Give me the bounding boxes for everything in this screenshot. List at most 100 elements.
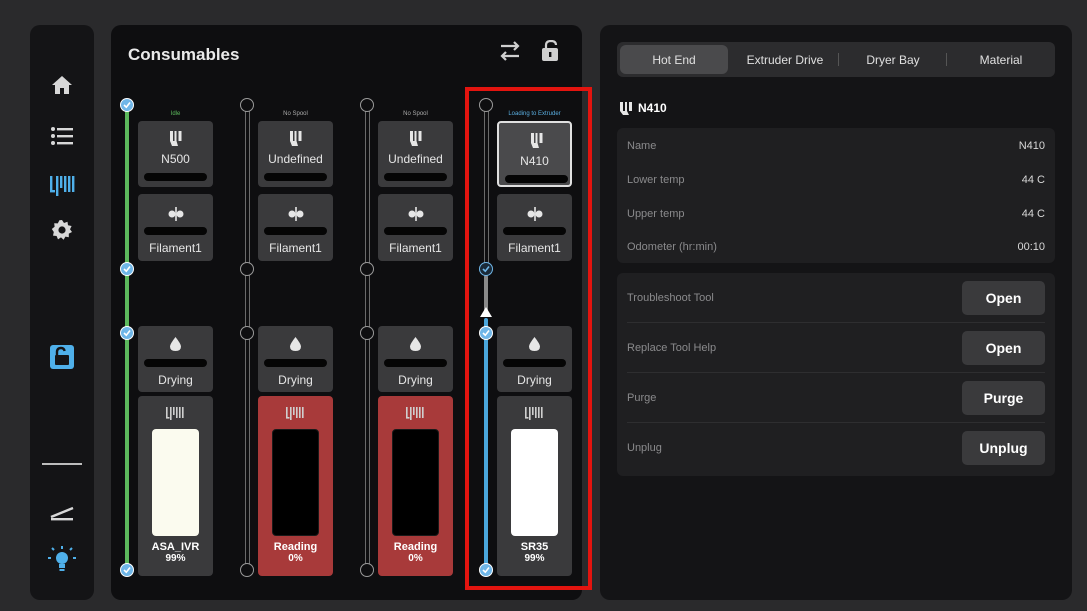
tool-card[interactable]: Undefined (378, 121, 453, 187)
list-icon[interactable] (42, 116, 82, 156)
path-node (240, 98, 254, 112)
spool-label: ASA_IVR 99% (138, 541, 213, 565)
extruder-drive-icon (168, 207, 184, 226)
action-label: Troubleshoot Tool (627, 291, 714, 304)
spool-color-swatch (152, 429, 199, 536)
material-spool-card[interactable]: Reading 0% (258, 396, 333, 576)
tool-card[interactable]: N500 (138, 121, 213, 187)
tool-name: Undefined (388, 152, 443, 166)
tab-hot-end[interactable]: Hot End (620, 45, 728, 74)
drive-status-bar (264, 227, 327, 235)
extruder-drive-card[interactable]: Filament1 (138, 194, 213, 261)
settings-icon[interactable] (42, 210, 82, 250)
action-row-replace-help: Replace Tool Help Open (627, 323, 1045, 373)
tab-label: Hot End (652, 52, 696, 67)
path-node (240, 262, 254, 276)
info-key: Lower temp (627, 174, 685, 186)
spool-icon (286, 406, 304, 425)
sidebar-divider (42, 463, 82, 465)
spool-color-swatch (272, 429, 319, 536)
path-node (120, 262, 134, 276)
info-row-lower-temp: Lower temp 44 C (627, 170, 1045, 190)
path-node (360, 262, 374, 276)
dryer-card[interactable]: Drying (138, 326, 213, 392)
action-row-purge: Purge Purge (627, 373, 1045, 423)
info-row-name: Name N410 (627, 136, 1045, 156)
replace-help-open-button[interactable]: Open (962, 330, 1045, 365)
info-key: Upper temp (627, 208, 685, 220)
dryer-status-bar (384, 359, 447, 367)
drive-status-bar (384, 227, 447, 235)
spool-label: Reading 0% (378, 541, 453, 565)
info-value: 00:10 (1017, 241, 1045, 253)
dryer-card[interactable]: Drying (378, 326, 453, 392)
swap-icon[interactable] (499, 40, 521, 67)
material-level: 0% (288, 553, 303, 564)
extruder-drive-card[interactable]: Filament1 (378, 194, 453, 261)
path-node (120, 98, 134, 112)
tab-label: Material (979, 52, 1023, 67)
unplug-button[interactable]: Unplug (962, 431, 1045, 465)
material-level: 99% (165, 553, 186, 564)
purge-button[interactable]: Purge (962, 380, 1045, 415)
detail-tabs: Hot End Extruder Drive Dryer Bay Materia… (617, 42, 1055, 77)
consumables-icon[interactable] (42, 165, 82, 205)
extruder-drive-card[interactable]: Filament1 (258, 194, 333, 261)
lock-icon[interactable] (540, 39, 562, 67)
path-node (120, 326, 134, 340)
tool-title-text: N410 (638, 101, 667, 115)
spool-icon (166, 406, 184, 425)
spool-label: Reading 0% (258, 541, 333, 565)
path-node (360, 563, 374, 577)
action-label: Replace Tool Help (627, 341, 717, 354)
panel-title: Consumables (128, 45, 240, 64)
extruder-drive-icon (288, 207, 304, 226)
material-spool-card[interactable]: ASA_IVR 99% (138, 396, 213, 576)
drop-icon (170, 337, 181, 356)
info-value: 44 C (1021, 174, 1045, 186)
tool-actions: Troubleshoot Tool Open Replace Tool Help O… (617, 273, 1055, 476)
sidebar (30, 25, 94, 600)
tool-card[interactable]: Undefined (258, 121, 333, 187)
spool-status: No Spool (283, 111, 308, 117)
home-icon[interactable] (42, 65, 82, 105)
dryer-status-bar (264, 359, 327, 367)
unlock-icon[interactable] (42, 337, 82, 377)
info-key: Odometer (hr:min) (627, 241, 717, 253)
action-label: Unplug (627, 442, 662, 454)
light-icon[interactable] (42, 540, 82, 580)
nozzle-icon (169, 131, 182, 151)
info-key: Name (627, 140, 657, 152)
info-row-upper-temp: Upper temp 44 C (627, 204, 1045, 224)
material-name: ASA_IVR (151, 541, 200, 553)
material-name: Reading (393, 541, 438, 553)
dryer-status: Drying (278, 373, 313, 387)
material-spool-card[interactable]: Reading 0% (378, 396, 453, 576)
drive-name: Filament1 (389, 241, 442, 255)
nozzle-icon (620, 101, 632, 115)
tab-label: Dryer Bay (866, 52, 920, 67)
tool-title: N410 (619, 101, 667, 115)
drive-name: Filament1 (269, 241, 322, 255)
material-name: Reading (273, 541, 318, 553)
drive-status-bar (144, 227, 207, 235)
path-node (240, 326, 254, 340)
tab-label: Extruder Drive (746, 52, 824, 67)
selection-highlight (465, 87, 592, 590)
tab-dryer-bay[interactable]: Dryer Bay (839, 42, 947, 77)
ramp-icon[interactable] (42, 493, 82, 533)
dryer-card[interactable]: Drying (258, 326, 333, 392)
troubleshoot-open-button[interactable]: Open (962, 280, 1045, 315)
tool-name: Undefined (268, 152, 323, 166)
dryer-status-bar (144, 359, 207, 367)
tab-material[interactable]: Material (947, 42, 1055, 77)
action-label: Purge (627, 391, 657, 404)
spool-status: Idle (170, 111, 181, 117)
drop-icon (410, 337, 421, 356)
spool-icon (406, 406, 424, 425)
tab-extruder-drive[interactable]: Extruder Drive (731, 42, 839, 77)
material-level: 0% (408, 553, 423, 564)
tool-status-bar (384, 173, 447, 181)
path-node (120, 563, 134, 577)
spool-status: No Spool (403, 111, 428, 117)
